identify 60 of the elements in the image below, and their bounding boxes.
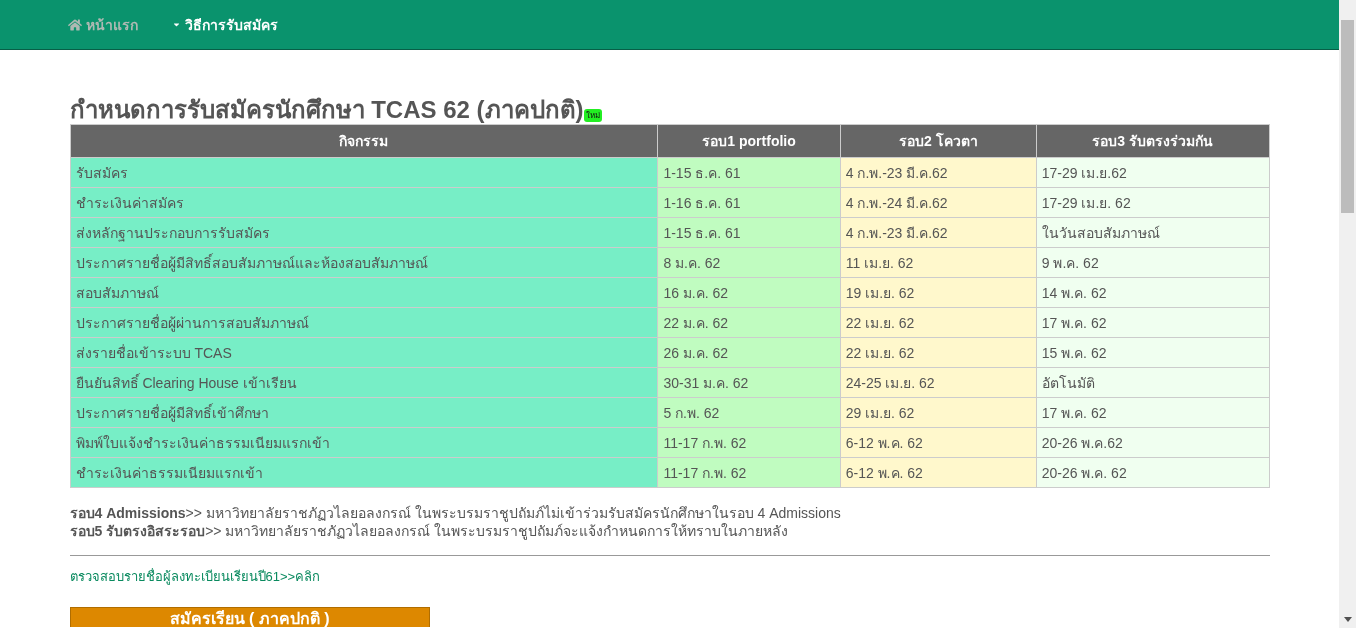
table-cell: ประกาศรายชื่อผู้มีสิทธิ์เข้าศึกษา bbox=[70, 397, 658, 428]
table-cell: 22 เม.ย. 62 bbox=[840, 307, 1037, 338]
table-cell: 11 เม.ย. 62 bbox=[840, 247, 1037, 278]
down-arrow-icon[interactable] bbox=[1343, 617, 1352, 622]
table-cell: 14 พ.ค. 62 bbox=[1036, 277, 1269, 308]
table-cell: 8 ม.ค. 62 bbox=[657, 247, 841, 278]
scrollbar[interactable] bbox=[1339, 0, 1356, 628]
table-cell: ยืนยันสิทธิ์ Clearing House เข้าเรียน bbox=[70, 367, 658, 398]
table-cell: 4 ก.พ.-23 มี.ค.62 bbox=[840, 157, 1037, 188]
table-cell: 30-31 ม.ค. 62 bbox=[657, 367, 841, 398]
new-badge: ใหม่ bbox=[583, 109, 602, 122]
table-cell: 4 ก.พ.-23 มี.ค.62 bbox=[840, 217, 1037, 248]
column-header: รอบ1 portfolio bbox=[657, 124, 841, 158]
note-text: รอบ4 Admissions>> มหาวิทยาลัยราชภัฏวไลยอลงกรณ์ ในพระบรมราชูปถัมภ์ไม่เข้าร่วมรับสมัครนักศึกษาในรอบ 4 Admissions bbox=[69, 504, 842, 522]
table-cell: ประกาศรายชื่อผู้มีสิทธิ์สอบสัมภาษณ์และห้องสอบสัมภาษณ์ bbox=[70, 247, 658, 278]
table-cell: 11-17 ก.พ. 62 bbox=[657, 457, 841, 488]
column-header: รอบ3 รับตรงร่วมกัน bbox=[1036, 124, 1269, 158]
table-cell: ชำระเงินค่าสมัคร bbox=[70, 187, 658, 218]
table-cell: 17-29 เม.ย. 62 bbox=[1036, 187, 1269, 218]
table-cell: 26 ม.ค. 62 bbox=[657, 337, 841, 368]
table-cell: 16 ม.ค. 62 bbox=[657, 277, 841, 308]
table-cell: รับสมัคร bbox=[70, 157, 658, 188]
column-header: กิจกรรม bbox=[70, 124, 658, 158]
table-cell: 17 พ.ค. 62 bbox=[1036, 397, 1269, 428]
table-cell: 1-15 ธ.ค. 61 bbox=[657, 217, 841, 248]
table-cell: อัตโนมัติ bbox=[1036, 367, 1269, 398]
table-cell: 1-16 ธ.ค. 61 bbox=[657, 187, 841, 218]
table-cell: 20-26 พ.ค.62 bbox=[1036, 427, 1269, 458]
table-cell: 22 เม.ย. 62 bbox=[840, 337, 1037, 368]
table-cell: 15 พ.ค. 62 bbox=[1036, 337, 1269, 368]
table-cell: พิมพ์ใบแจ้งชำระเงินค่าธรรมเนียมแรกเข้า bbox=[70, 427, 658, 458]
table-cell: 17-29 เม.ย.62 bbox=[1036, 157, 1269, 188]
table-cell: 5 ก.พ. 62 bbox=[657, 397, 841, 428]
table-cell: 19 เม.ย. 62 bbox=[840, 277, 1037, 308]
table-cell: 9 พ.ค. 62 bbox=[1036, 247, 1269, 278]
table-cell: ส่งหลักฐานประกอบการรับสมัคร bbox=[70, 217, 658, 248]
note-text: รอบ5 รับตรงอิสระรอบ>> มหาวิทยาลัยราชภัฏวไลยอลงกรณ์ ในพระบรมราชูปถัมภ์จะแจ้งกำหนดการให้ทราบในภายหลัง bbox=[69, 522, 790, 540]
table-cell: 6-12 พ.ค. 62 bbox=[840, 427, 1037, 458]
column-header: รอบ2 โควตา bbox=[840, 124, 1037, 158]
home-icon bbox=[68, 17, 82, 32]
table-cell: ชำระเงินค่าธรรมเนียมแรกเข้า bbox=[70, 457, 658, 488]
nav-link[interactable]: วิธีการรับสมัคร bbox=[172, 13, 278, 36]
table-cell: 24-25 เม.ย. 62 bbox=[840, 367, 1037, 398]
table-cell: 20-26 พ.ค. 62 bbox=[1036, 457, 1269, 488]
table-cell: ส่งรายชื่อเข้าระบบ TCAS bbox=[70, 337, 658, 368]
table-cell: 1-15 ธ.ค. 61 bbox=[657, 157, 841, 188]
register-link[interactable]: ตรวจสอบรายชื่อผู้ลงทะเบียนเรียนปี61>>คลิก bbox=[69, 569, 321, 584]
caret-icon bbox=[172, 20, 181, 29]
table-cell: ในวันสอบสัมภาษณ์ bbox=[1036, 217, 1269, 248]
table-cell: ประกาศรายชื่อผู้ผ่านการสอบสัมภาษณ์ bbox=[70, 307, 658, 338]
table-cell: 4 ก.พ.-24 มี.ค.62 bbox=[840, 187, 1037, 218]
table-cell: 17 พ.ค. 62 bbox=[1036, 307, 1269, 338]
table-cell: 29 เม.ย. 62 bbox=[840, 397, 1037, 428]
page-title: กำหนดการรับสมัครนักศึกษา TCAS 62 (ภาคปกติ) bbox=[69, 96, 584, 124]
apply-button[interactable]: สมัครเรียน ( ภาคปกติ ) bbox=[69, 607, 430, 627]
table-cell: สอบสัมภาษณ์ bbox=[70, 277, 658, 308]
table-cell: 6-12 พ.ค. 62 bbox=[840, 457, 1037, 488]
scroll-thumb[interactable] bbox=[1341, 20, 1354, 213]
table-cell: 11-17 ก.พ. 62 bbox=[657, 427, 841, 458]
table-cell: 22 ม.ค. 62 bbox=[657, 307, 841, 338]
